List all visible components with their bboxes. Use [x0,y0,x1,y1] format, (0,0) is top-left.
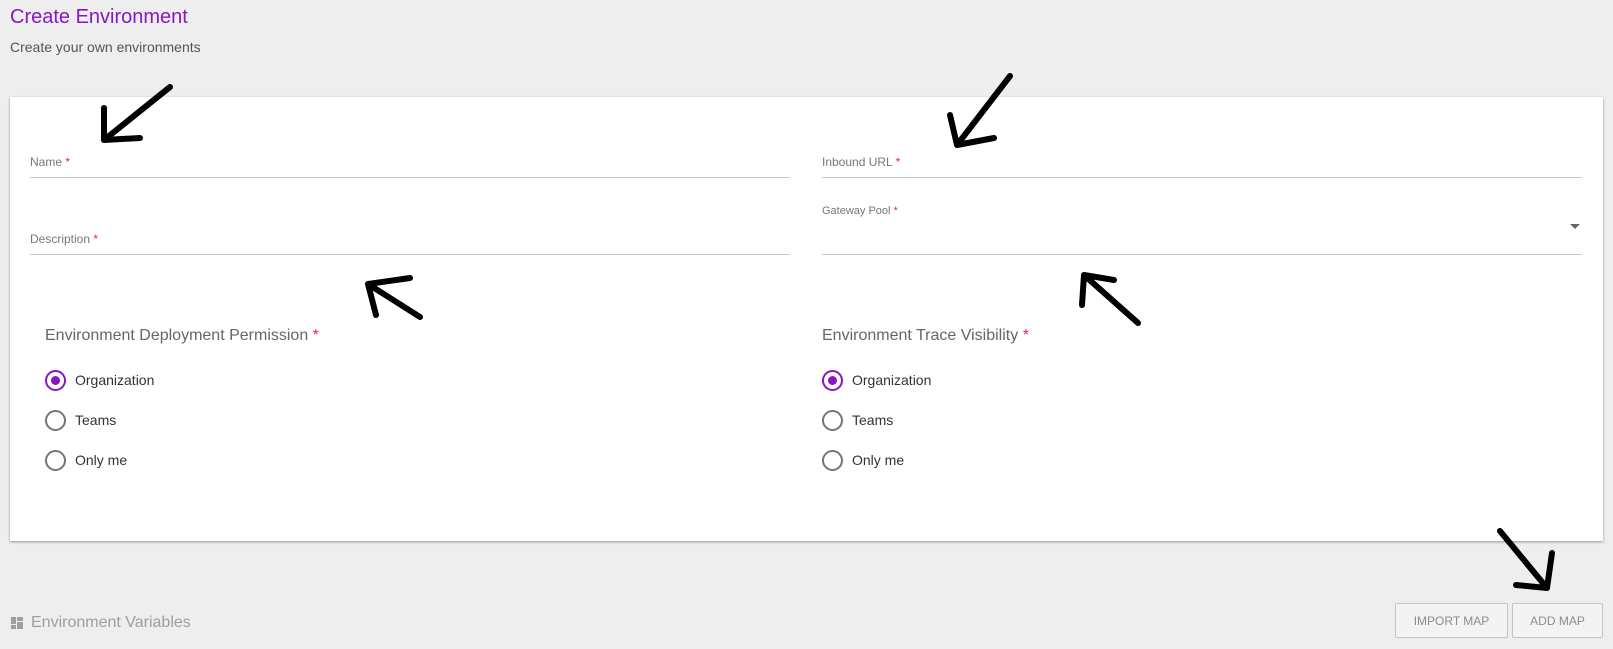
gateway-pool-select[interactable]: Gateway Pool * [822,205,1582,255]
radio-unchecked-icon[interactable] [45,449,66,471]
page-subtitle: Create your own environments [10,39,201,55]
trace-option-organization[interactable]: Organization [822,367,931,393]
inbound-url-label: Inbound URL * [822,155,901,169]
trace-visibility-title: Environment Trace Visibility * [822,327,1029,344]
deployment-permission-title: Environment Deployment Permission * [45,327,319,344]
page-title: Create Environment [10,6,188,28]
radio-unchecked-icon[interactable] [822,409,843,431]
description-field[interactable]: Description * [30,224,790,255]
environment-variables-title: Environment Variables [31,614,191,631]
deployment-option-teams[interactable]: Teams [45,407,116,433]
inbound-url-field[interactable]: Inbound URL * [822,147,1582,178]
deployment-option-organization[interactable]: Organization [45,367,154,393]
radio-unchecked-icon[interactable] [822,449,843,471]
trace-option-teams[interactable]: Teams [822,407,893,433]
environment-variables-header: Environment Variables [11,614,191,632]
add-map-button[interactable]: ADD MAP [1512,603,1603,638]
description-label: Description * [30,232,99,246]
gateway-pool-label: Gateway Pool * [822,205,898,217]
name-field[interactable]: Name * [30,147,790,178]
radio-unchecked-icon[interactable] [45,409,66,431]
deployment-option-only-me[interactable]: Only me [45,447,127,473]
name-label: Name * [30,155,71,169]
radio-checked-icon[interactable] [822,369,843,391]
radio-checked-icon[interactable] [45,369,66,391]
environment-form-card: Name * Inbound URL * Description * Gatew… [10,97,1603,541]
import-map-button[interactable]: IMPORT MAP [1395,603,1508,638]
dropdown-arrow-icon[interactable] [1570,224,1580,229]
grid-icon [11,617,23,629]
trace-option-only-me[interactable]: Only me [822,447,904,473]
